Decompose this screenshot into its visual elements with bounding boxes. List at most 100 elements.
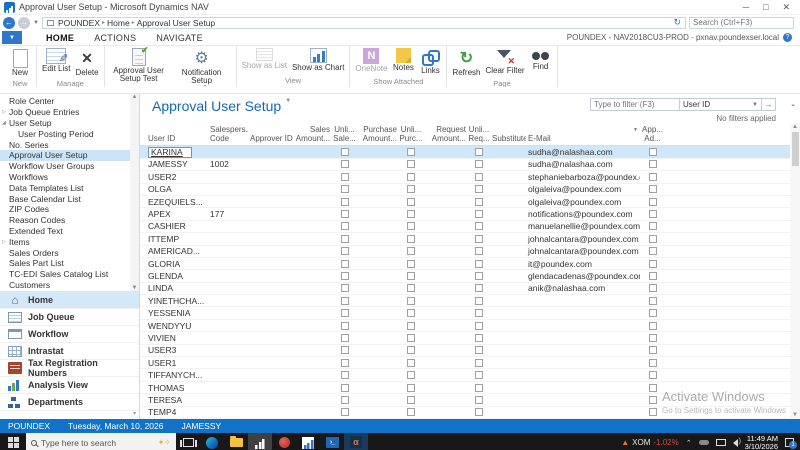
cell-code[interactable]: 1002	[208, 159, 248, 170]
cell-sales_amount[interactable]	[294, 295, 332, 306]
cell-unlimited_request[interactable]	[468, 369, 490, 380]
cell-unlimited_request[interactable]	[468, 221, 490, 232]
column-header-request_amount[interactable]: RequestAmount...	[423, 123, 468, 145]
checkbox-approval_admin[interactable]	[649, 272, 657, 280]
checkbox-unlimited_sales[interactable]	[341, 185, 349, 193]
cell-approval_admin[interactable]	[640, 258, 665, 269]
sidebar-item-workflow-user-groups[interactable]: Workflow User Groups	[0, 161, 139, 172]
cell-unlimited_sales[interactable]	[332, 246, 357, 257]
cell-user_id[interactable]: USER3	[146, 345, 208, 356]
cell-unlimited_request[interactable]	[468, 345, 490, 356]
cell-email[interactable]: anik@nalashaa.com	[526, 283, 640, 294]
checkbox-approval_admin[interactable]	[649, 408, 657, 416]
checkbox-unlimited_purchase[interactable]	[407, 260, 415, 268]
collapse-ribbon-icon[interactable]: ⌃	[202, 84, 208, 92]
cell-approval_admin[interactable]	[640, 146, 665, 157]
cell-unlimited_sales[interactable]	[332, 146, 357, 157]
cell-purchase_amount[interactable]	[357, 307, 399, 318]
table-row[interactable]: LINDAanik@nalashaa.com	[140, 283, 790, 295]
display-icon[interactable]	[716, 439, 726, 446]
column-header-email[interactable]: ▼E-Mail	[526, 123, 640, 145]
cell-approver_id[interactable]	[248, 196, 294, 207]
cell-approver_id[interactable]	[248, 382, 294, 393]
cell-approval_admin[interactable]	[640, 345, 665, 356]
checkbox-approval_admin[interactable]	[649, 396, 657, 404]
table-row[interactable]: ITTEMPjohnalcantara@poundex.com	[140, 233, 790, 245]
cell-email[interactable]: sudha@nalashaa.com	[526, 146, 640, 157]
links-button[interactable]: Links	[417, 47, 443, 76]
cell-substitute[interactable]	[490, 159, 526, 170]
search-input[interactable]	[689, 17, 794, 29]
cell-unlimited_purchase[interactable]	[399, 332, 423, 343]
checkbox-unlimited_request[interactable]	[475, 160, 483, 168]
checkbox-unlimited_request[interactable]	[475, 297, 483, 305]
cell-code[interactable]	[208, 221, 248, 232]
cell-substitute[interactable]	[490, 283, 526, 294]
cell-code[interactable]: 177	[208, 208, 248, 219]
taskbar-clock[interactable]: 11:49 AM 3/10/2026	[745, 435, 778, 450]
checkbox-unlimited_purchase[interactable]	[407, 198, 415, 206]
taskbar-app-orange-app-icon[interactable]	[344, 433, 368, 450]
new-button[interactable]: New	[7, 47, 33, 78]
cell-unlimited_request[interactable]	[468, 307, 490, 318]
checkbox-unlimited_sales[interactable]	[341, 384, 349, 392]
cell-sales_amount[interactable]	[294, 407, 332, 418]
table-row[interactable]: OLGAolgaleiva@poundex.com	[140, 184, 790, 196]
collapse-header-icon[interactable]: ⌄	[790, 100, 796, 108]
checkbox-unlimited_sales[interactable]	[341, 309, 349, 317]
cell-unlimited_request[interactable]	[468, 233, 490, 244]
cell-unlimited_sales[interactable]	[332, 258, 357, 269]
checkbox-unlimited_sales[interactable]	[341, 371, 349, 379]
table-row[interactable]: USER1	[140, 357, 790, 369]
cell-approval_admin[interactable]	[640, 159, 665, 170]
cell-approval_admin[interactable]	[640, 320, 665, 331]
cell-request_amount[interactable]	[423, 196, 468, 207]
checkbox-unlimited_request[interactable]	[475, 260, 483, 268]
nav-button-tax-registration-numbers[interactable]: Tax Registration Numbers	[0, 360, 139, 377]
minimize-button[interactable]: ─	[743, 2, 749, 12]
checkbox-approval_admin[interactable]	[649, 384, 657, 392]
nav-button-analysis-view[interactable]: Analysis View	[0, 377, 139, 394]
cell-email[interactable]: johnalcantara@poundex.com	[526, 246, 640, 257]
cell-unlimited_request[interactable]	[468, 258, 490, 269]
cell-substitute[interactable]	[490, 246, 526, 257]
cell-code[interactable]	[208, 320, 248, 331]
cell-sales_amount[interactable]	[294, 320, 332, 331]
expander-expanded-icon[interactable]: ◢	[2, 120, 9, 126]
show-as-chart-button[interactable]: Show as Chart	[290, 47, 346, 73]
cell-unlimited_purchase[interactable]	[399, 369, 423, 380]
checkbox-unlimited_sales[interactable]	[341, 210, 349, 218]
cell-purchase_amount[interactable]	[357, 357, 399, 368]
table-row[interactable]: APEX177notifications@poundex.com	[140, 208, 790, 220]
cell-code[interactable]	[208, 283, 248, 294]
scroll-down-icon[interactable]: ▼	[792, 412, 798, 418]
checkbox-approval_admin[interactable]	[649, 185, 657, 193]
cell-unlimited_request[interactable]	[468, 146, 490, 157]
cell-unlimited_request[interactable]	[468, 171, 490, 182]
cell-code[interactable]	[208, 357, 248, 368]
checkbox-unlimited_sales[interactable]	[341, 260, 349, 268]
cell-user_id[interactable]: OLGA	[146, 184, 208, 195]
checkbox-unlimited_purchase[interactable]	[407, 160, 415, 168]
cell-approval_admin[interactable]	[640, 208, 665, 219]
cell-unlimited_sales[interactable]	[332, 233, 357, 244]
cell-substitute[interactable]	[490, 258, 526, 269]
tab-home[interactable]: HOME	[36, 31, 84, 45]
cell-request_amount[interactable]	[423, 208, 468, 219]
cell-unlimited_request[interactable]	[468, 159, 490, 170]
application-menu-button[interactable]: ▼	[2, 31, 22, 44]
cell-unlimited_request[interactable]	[468, 184, 490, 195]
nav-button-home[interactable]: Home	[0, 292, 139, 309]
cell-code[interactable]	[208, 146, 248, 157]
cell-approval_admin[interactable]	[640, 184, 665, 195]
cell-approver_id[interactable]	[248, 221, 294, 232]
cell-purchase_amount[interactable]	[357, 146, 399, 157]
cell-sales_amount[interactable]	[294, 171, 332, 182]
cell-purchase_amount[interactable]	[357, 345, 399, 356]
cell-unlimited_sales[interactable]	[332, 295, 357, 306]
expander-collapsed-icon[interactable]: ▷	[2, 239, 9, 245]
cell-sales_amount[interactable]	[294, 246, 332, 257]
cell-user_id[interactable]: YINETHCHA...	[146, 295, 208, 306]
checkbox-unlimited_request[interactable]	[475, 173, 483, 181]
cell-unlimited_purchase[interactable]	[399, 320, 423, 331]
